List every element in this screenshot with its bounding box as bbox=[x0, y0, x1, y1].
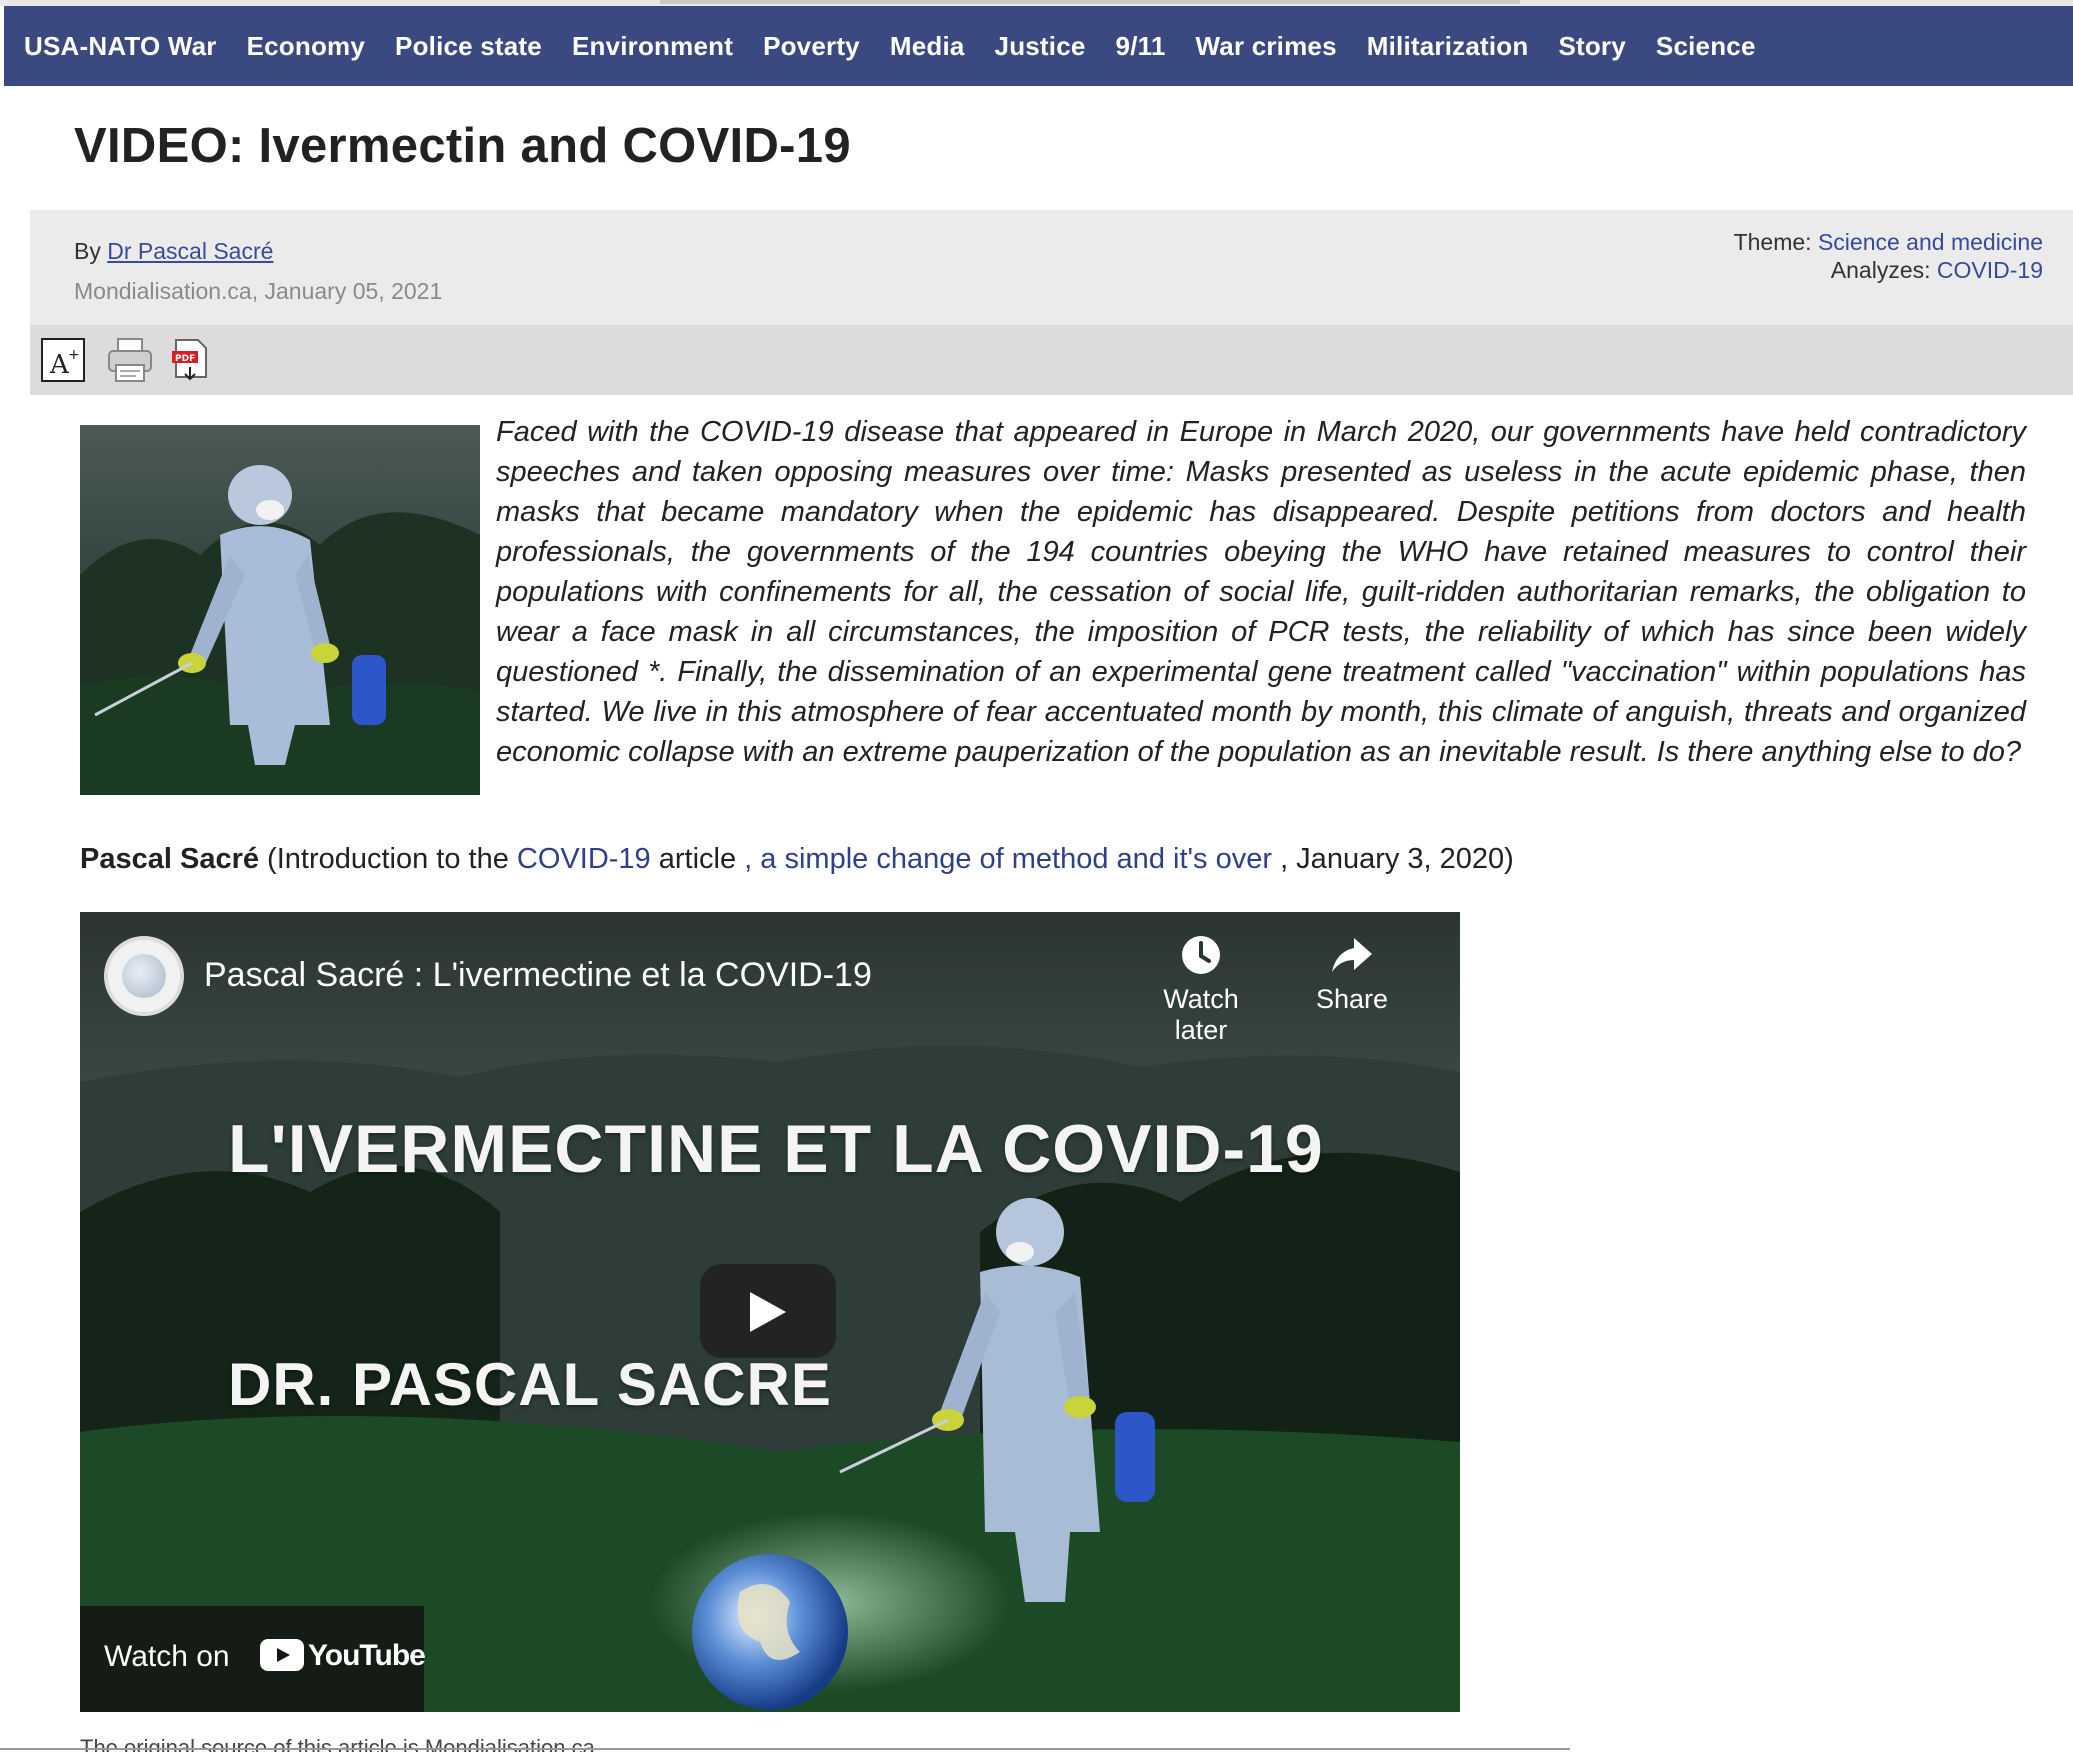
article-caption: Pascal Sacré (Introduction to the COVID-… bbox=[80, 843, 1514, 876]
main-nav: USA-NATO War Economy Police state Enviro… bbox=[4, 6, 2073, 86]
svg-text:+: + bbox=[68, 347, 80, 363]
article-toolbar: A + PDF bbox=[30, 325, 2073, 395]
nav-item-environment[interactable]: Environment bbox=[572, 31, 733, 62]
caption-author: Pascal Sacré bbox=[80, 843, 259, 875]
play-icon bbox=[750, 1292, 786, 1332]
share-button[interactable]: Share bbox=[1302, 934, 1402, 1015]
print-icon[interactable] bbox=[106, 337, 152, 383]
byline: By Dr Pascal Sacré bbox=[74, 238, 273, 265]
simple-change-link[interactable]: , a simple change of method and it's ove… bbox=[744, 843, 1272, 875]
nav-item-science[interactable]: Science bbox=[1656, 31, 1756, 62]
watch-on-label: Watch on bbox=[104, 1640, 230, 1673]
play-button[interactable] bbox=[700, 1264, 836, 1358]
author-link[interactable]: Dr Pascal Sacré bbox=[107, 238, 273, 264]
nav-item-police-state[interactable]: Police state bbox=[395, 31, 542, 62]
youtube-wordmark: YouTube bbox=[308, 1639, 426, 1672]
nav-item-story[interactable]: Story bbox=[1558, 31, 1625, 62]
pdf-download-icon[interactable]: PDF bbox=[168, 337, 214, 383]
article-meta: By Dr Pascal Sacré Mondialisation.ca, Ja… bbox=[30, 210, 2073, 325]
caption-suffix: , January 3, 2020) bbox=[1272, 843, 1514, 875]
watch-on-youtube-button[interactable]: Watch on YouTube bbox=[80, 1606, 426, 1712]
analyzes-label: Analyzes: bbox=[1830, 257, 1931, 283]
clock-icon bbox=[1182, 936, 1220, 974]
svg-text:PDF: PDF bbox=[175, 354, 195, 364]
svg-text:A: A bbox=[49, 350, 70, 380]
youtube-logo-icon bbox=[260, 1639, 304, 1671]
nav-item-usa-nato-war[interactable]: USA-NATO War bbox=[24, 31, 217, 62]
page-title: VIDEO: Ivermectin and COVID-19 bbox=[74, 119, 851, 173]
article-tags: Theme: Science and medicine Analyzes: CO… bbox=[1734, 228, 2043, 284]
caption-middle: article bbox=[650, 843, 745, 875]
theme-link[interactable]: Science and medicine bbox=[1818, 229, 2043, 255]
video-embed[interactable]: Pascal Sacré : L'ivermectine et la COVID… bbox=[80, 912, 1460, 1712]
font-size-icon[interactable]: A + bbox=[40, 337, 86, 383]
scroll-indicator bbox=[660, 0, 1520, 4]
analyzes-link[interactable]: COVID-19 bbox=[1937, 257, 2043, 283]
share-icon bbox=[1332, 938, 1372, 972]
nav-item-justice[interactable]: Justice bbox=[995, 31, 1086, 62]
watch-later-label: Watch later bbox=[1163, 984, 1239, 1045]
article-intro: Faced with the COVID-19 disease that app… bbox=[496, 416, 2026, 768]
nav-item-media[interactable]: Media bbox=[890, 31, 965, 62]
nav-item-war-crimes[interactable]: War crimes bbox=[1196, 31, 1337, 62]
nav-item-militarization[interactable]: Militarization bbox=[1367, 31, 1529, 62]
video-headline-overlay: L'IVERMECTINE ET LA COVID-19 bbox=[228, 1111, 1324, 1187]
watch-later-button[interactable]: Watch later bbox=[1136, 934, 1266, 1046]
video-title[interactable]: Pascal Sacré : L'ivermectine et la COVID… bbox=[204, 956, 872, 995]
source-date: Mondialisation.ca, January 05, 2021 bbox=[74, 278, 443, 304]
theme-label: Theme: bbox=[1733, 229, 1812, 255]
covid-link[interactable]: COVID-19 bbox=[517, 843, 651, 875]
nav-item-economy[interactable]: Economy bbox=[247, 31, 365, 62]
article-thumbnail bbox=[80, 425, 480, 795]
bottom-divider bbox=[0, 1748, 1570, 1750]
by-label: By bbox=[74, 238, 101, 264]
channel-avatar[interactable] bbox=[104, 936, 184, 1016]
share-label: Share bbox=[1315, 984, 1389, 1014]
nav-item-911[interactable]: 9/11 bbox=[1116, 31, 1166, 62]
nav-item-poverty[interactable]: Poverty bbox=[763, 31, 860, 62]
video-author-overlay: DR. PASCAL SACRE bbox=[228, 1351, 832, 1418]
caption-prefix: (Introduction to the bbox=[258, 843, 517, 875]
